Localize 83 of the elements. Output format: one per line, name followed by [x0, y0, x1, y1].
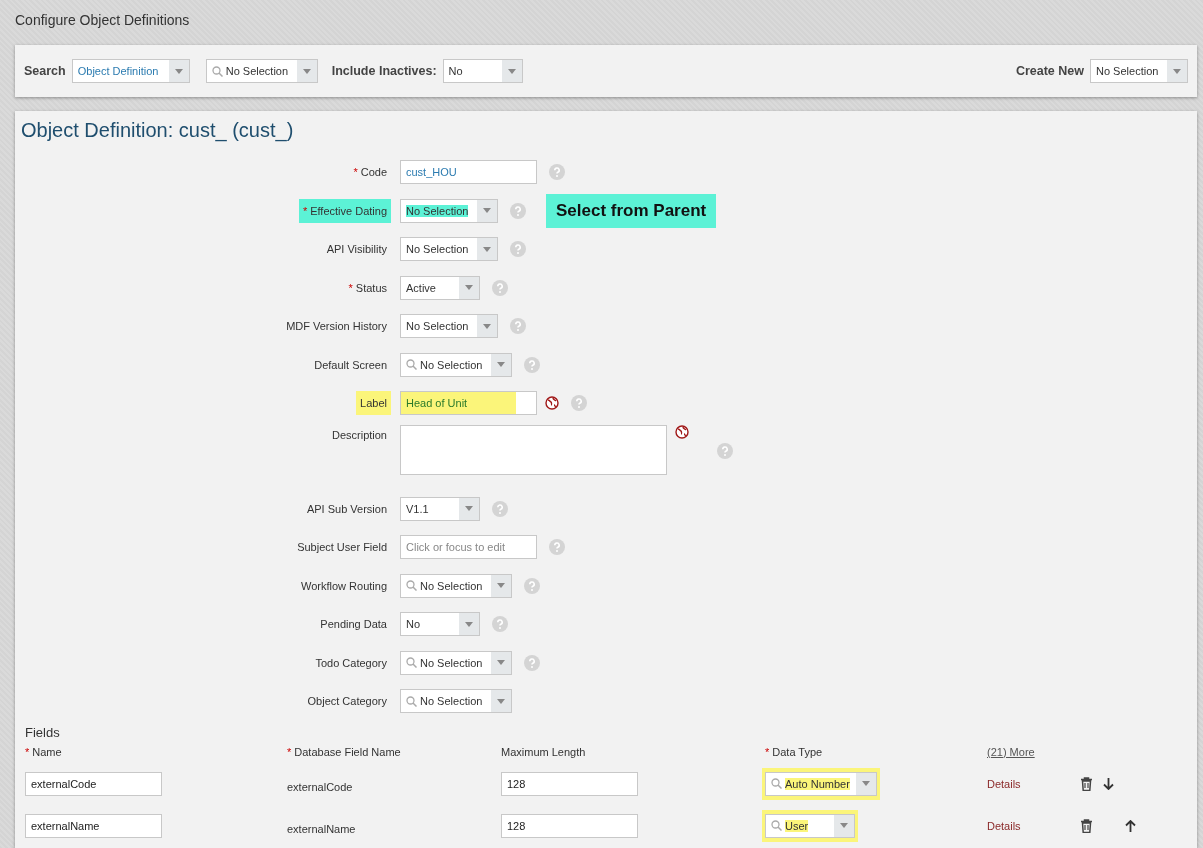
- dropdown-caret-icon[interactable]: [477, 238, 497, 261]
- field-label: Subject User Field: [296, 540, 388, 556]
- field-label: Label: [356, 391, 391, 416]
- field-label: Pending Data: [319, 617, 388, 633]
- field-label: * Code: [352, 165, 388, 181]
- search-icon: [771, 820, 782, 831]
- column-header: * Database Field Name: [287, 745, 401, 758]
- table-cell: externalName: [287, 822, 356, 835]
- details-link[interactable]: Details: [987, 777, 1021, 790]
- create-new-label: Create New: [1015, 64, 1084, 78]
- globe-icon[interactable]: [675, 424, 689, 439]
- search-icon: [771, 778, 782, 789]
- field-label: Todo Category: [314, 655, 388, 671]
- field-label: Object Category: [306, 694, 388, 710]
- text-field[interactable]: Head of Unit: [400, 391, 537, 416]
- text-field[interactable]: Click or focus to edit: [400, 535, 537, 560]
- field-label: Default Screen: [313, 357, 388, 373]
- dropdown[interactable]: No Selection: [400, 198, 498, 223]
- include-inactives-label: Include Inactives:: [331, 64, 437, 78]
- column-header: * Name: [25, 745, 62, 758]
- dropdown-caret-icon[interactable]: [477, 315, 497, 338]
- dropdown-caret-icon[interactable]: [491, 574, 511, 597]
- dropdown[interactable]: No Selection: [400, 314, 498, 339]
- dropdown-caret-icon[interactable]: [459, 497, 479, 520]
- name-field[interactable]: externalCode: [25, 771, 162, 796]
- dropdown-caret-icon[interactable]: [501, 60, 522, 82]
- search-icon: [211, 65, 223, 77]
- field-label: Description: [330, 427, 388, 443]
- column-header: Maximum Length: [501, 745, 586, 758]
- page-title: Configure Object Definitions: [15, 12, 190, 28]
- dropdown-caret-icon[interactable]: [1167, 60, 1187, 82]
- details-link[interactable]: Details: [987, 819, 1021, 832]
- dropdown-caret-icon[interactable]: [459, 613, 479, 636]
- trash-icon[interactable]: [1080, 818, 1093, 833]
- dropdown[interactable]: No: [442, 59, 523, 83]
- dropdown-caret-icon[interactable]: [491, 353, 511, 376]
- dropdown[interactable]: Active: [400, 275, 480, 300]
- search-label: Search: [24, 64, 66, 78]
- search-icon: [406, 359, 417, 371]
- field-label: Workflow Routing: [300, 578, 388, 594]
- dropdown[interactable]: No Selection: [400, 650, 512, 675]
- column-header: * Data Type: [765, 745, 823, 758]
- arrow-down-icon[interactable]: [1103, 777, 1114, 790]
- field-label: * Effective Dating: [298, 198, 391, 223]
- globe-icon[interactable]: [545, 396, 559, 411]
- search-icon: [406, 580, 417, 592]
- more-link[interactable]: (21) More: [987, 745, 1035, 758]
- dropdown-caret-icon[interactable]: [856, 772, 876, 795]
- dropdown[interactable]: No: [400, 612, 480, 637]
- field-label: MDF Version History: [285, 319, 388, 335]
- dropdown[interactable]: No Selection: [1090, 59, 1188, 83]
- dropdown[interactable]: No Selection: [205, 59, 318, 83]
- description-field[interactable]: [400, 424, 667, 475]
- dropdown[interactable]: No Selection: [400, 352, 512, 377]
- dropdown-caret-icon[interactable]: [834, 814, 854, 837]
- arrow-up-icon[interactable]: [1125, 819, 1136, 832]
- text-field[interactable]: cust_HOU: [400, 160, 537, 185]
- dropdown-caret-icon[interactable]: [296, 60, 317, 82]
- dropdown[interactable]: Auto Number: [765, 771, 877, 796]
- dropdown[interactable]: V1.1: [400, 496, 480, 521]
- fields-heading: Fields: [25, 724, 61, 740]
- dropdown[interactable]: No Selection: [400, 237, 498, 262]
- dropdown-caret-icon[interactable]: [491, 690, 511, 713]
- dropdown[interactable]: User: [765, 813, 855, 838]
- field-label: * Status: [347, 280, 388, 296]
- dropdown[interactable]: No Selection: [400, 689, 512, 714]
- dropdown-caret-icon[interactable]: [459, 276, 479, 299]
- dropdown-caret-icon[interactable]: [477, 199, 497, 222]
- annotation-note: Select from Parent: [546, 193, 717, 228]
- search-icon: [406, 657, 417, 669]
- field-label: API Sub Version: [305, 501, 388, 517]
- max-length-field[interactable]: 128: [501, 771, 638, 796]
- field-label: API Visibility: [325, 242, 388, 258]
- dropdown[interactable]: Object Definition: [71, 59, 190, 83]
- name-field[interactable]: externalName: [25, 813, 162, 838]
- search-icon: [406, 695, 417, 707]
- dropdown-caret-icon[interactable]: [168, 60, 189, 82]
- trash-icon[interactable]: [1080, 776, 1093, 791]
- table-cell: externalCode: [287, 780, 353, 793]
- definition-title: Object Definition: cust_ (cust_): [20, 119, 295, 142]
- max-length-field[interactable]: 128: [501, 813, 638, 838]
- dropdown-caret-icon[interactable]: [491, 651, 511, 674]
- dropdown[interactable]: No Selection: [400, 573, 512, 598]
